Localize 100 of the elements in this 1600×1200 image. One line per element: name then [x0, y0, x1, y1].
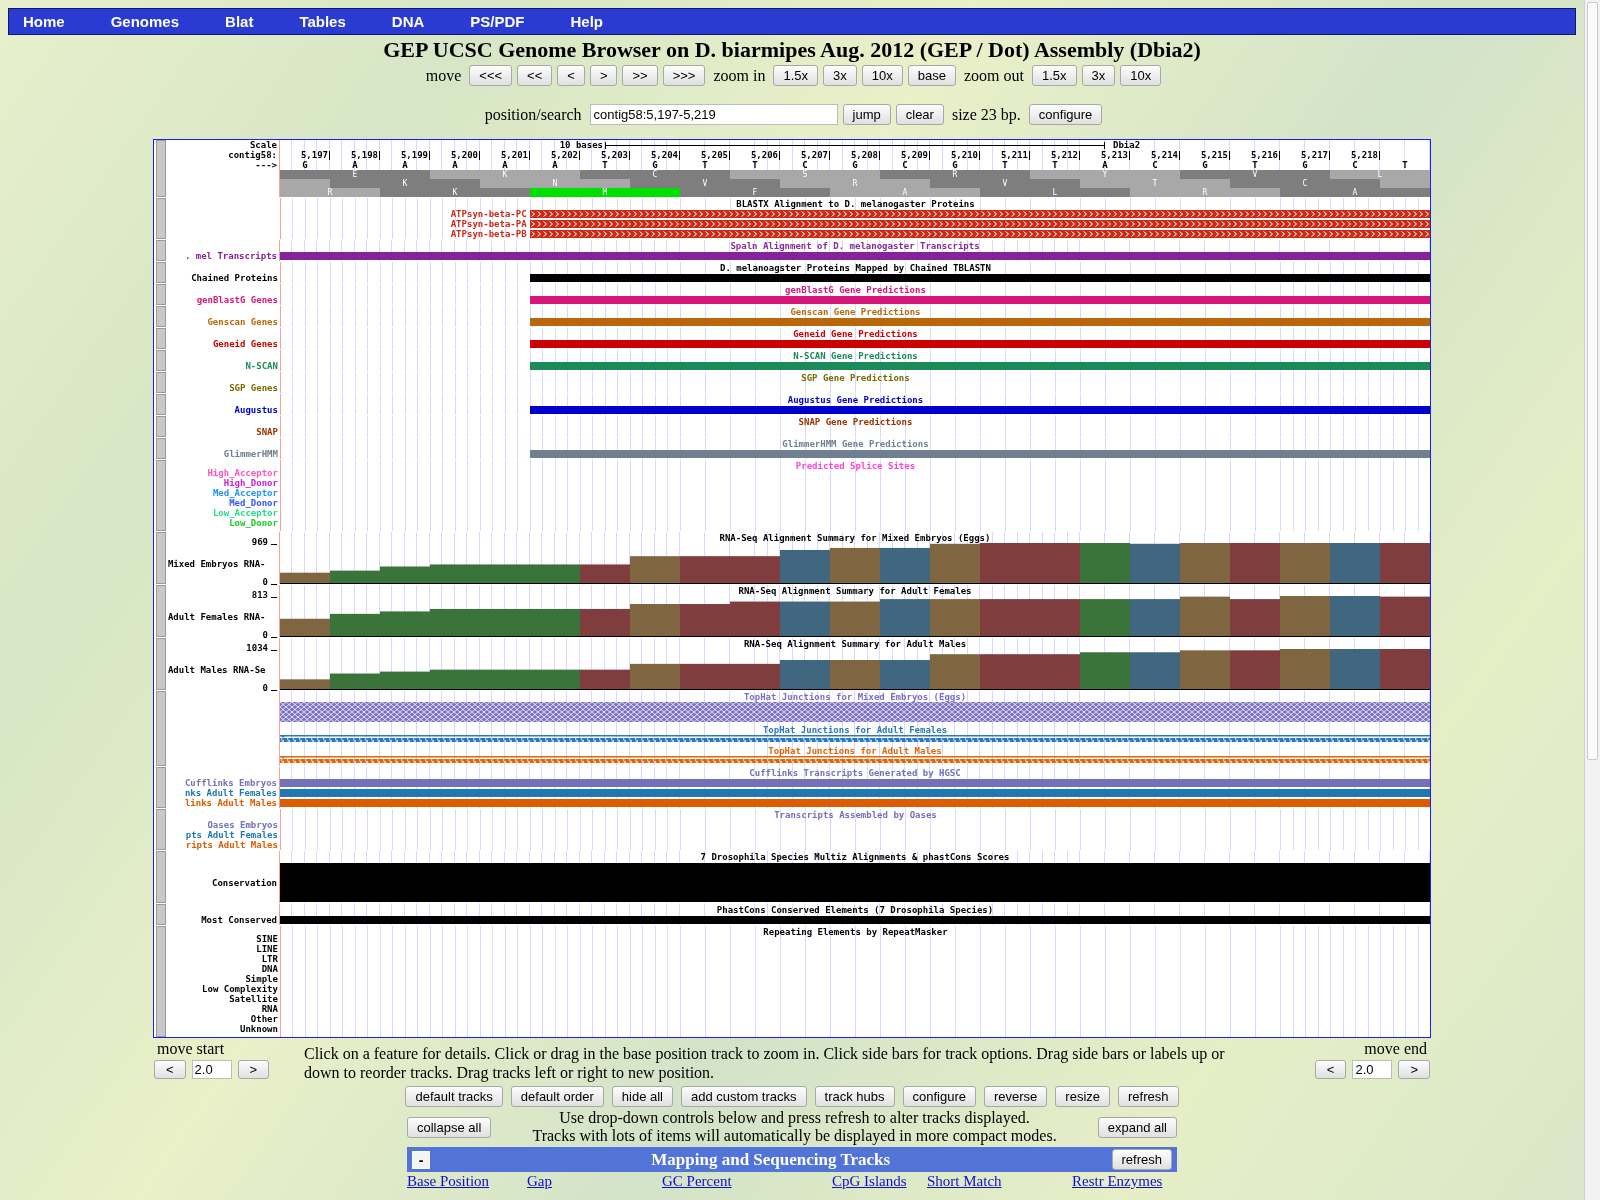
position-tick-label: 5,215	[1200, 150, 1228, 160]
zoom-in-label: zoom in	[713, 66, 766, 85]
feature-bar[interactable]	[529, 340, 1430, 348]
search-button[interactable]: jump	[842, 104, 891, 125]
track-action-button[interactable]: resize	[1055, 1086, 1111, 1107]
track-label: SINE	[256, 934, 278, 944]
feature-bar[interactable]	[529, 296, 1430, 304]
junction-lines-drawing[interactable]	[280, 756, 1430, 764]
nav-link[interactable]: PS/PDF	[470, 13, 525, 30]
chart-bar	[780, 601, 830, 636]
search-button[interactable]: clear	[895, 104, 944, 125]
feature-bar[interactable]	[280, 789, 1430, 797]
chart-bar	[1130, 599, 1180, 636]
feature-bar[interactable]	[529, 318, 1430, 326]
position-tick-label: 5,217	[1300, 150, 1328, 160]
move-button[interactable]: >	[589, 65, 618, 86]
junction-lines-drawing[interactable]	[280, 735, 1430, 743]
position-field[interactable]: contig58:5,197-5,219	[589, 104, 838, 125]
move-start-right-button[interactable]: >	[237, 1060, 270, 1079]
chart-bar	[780, 550, 830, 583]
nav-link[interactable]: Home	[23, 13, 65, 30]
codon-segment: F	[680, 188, 830, 197]
chart-bar	[1030, 543, 1080, 583]
nav-link[interactable]: Help	[570, 13, 603, 30]
move-button[interactable]: <<<	[469, 65, 513, 86]
zoom-in-button[interactable]: base	[907, 65, 956, 86]
scrollbar[interactable]	[1584, 0, 1600, 1200]
feature-bar[interactable]	[529, 362, 1430, 370]
chart-bar	[330, 613, 380, 636]
codon-segment	[280, 179, 330, 188]
move-button[interactable]: >>	[622, 65, 658, 86]
note-text: Tracks with lots of items will automatically be displayed in more compact modes.	[532, 1127, 1057, 1145]
feature-bar[interactable]	[280, 252, 1430, 260]
track-action-button[interactable]: add custom tracks	[681, 1086, 807, 1107]
move-end-right-button[interactable]: >	[1398, 1060, 1430, 1079]
base-letter: C	[902, 160, 908, 170]
conservation-block[interactable]	[280, 863, 1430, 902]
collapse-all-button[interactable]: collapse all	[407, 1116, 492, 1138]
move-end-field[interactable]: 2.0	[1352, 1060, 1393, 1079]
alignment-bar[interactable]	[529, 220, 1430, 228]
page-title: GEP UCSC Genome Browser on D. biarmipes Aug. 2012 (GEP / Dot) Assembly (Dbia2)	[383, 37, 1201, 63]
track-label: pts Adult Females	[185, 830, 278, 840]
track-link[interactable]: Short Match	[927, 1173, 1072, 1190]
feature-bar[interactable]	[280, 799, 1430, 807]
group-refresh-button[interactable]: refresh	[1111, 1149, 1172, 1170]
expand-all-button[interactable]: expand all	[1097, 1116, 1177, 1138]
track-action-button[interactable]: default order	[510, 1086, 604, 1107]
zoom-out-button[interactable]: 10x	[1120, 65, 1162, 86]
feature-bar[interactable]	[529, 274, 1430, 282]
track-action-button[interactable]: hide all	[611, 1086, 673, 1107]
track-action-button[interactable]: track hubs	[814, 1086, 895, 1107]
codon-segment: E	[280, 170, 430, 179]
collapse-toggle-button[interactable]: -	[412, 1150, 430, 1169]
zoom-out-button[interactable]: 1.5x	[1031, 65, 1077, 86]
nav-link[interactable]: Blat	[225, 13, 254, 30]
track-link[interactable]: GC Percent	[662, 1173, 832, 1190]
alignment-bar[interactable]	[529, 210, 1430, 218]
nav-link[interactable]: Tables	[299, 13, 346, 30]
move-end-left-button[interactable]: <	[1314, 1060, 1347, 1079]
feature-bar[interactable]	[280, 779, 1430, 787]
chart-bar	[830, 660, 880, 689]
move-button[interactable]: <	[557, 65, 585, 86]
position-tick-label: 5,214	[1150, 150, 1178, 160]
zoom-out-button[interactable]: 3x	[1081, 65, 1116, 86]
track-title: TopHat Junctions for Adult Males	[768, 745, 942, 756]
codon-segment: R	[280, 188, 380, 197]
feature-bar[interactable]	[529, 406, 1430, 414]
move-start-left-button[interactable]: <	[154, 1060, 186, 1079]
move-start-field[interactable]: 2.0	[191, 1060, 232, 1079]
track-action-button[interactable]: configure	[902, 1086, 976, 1107]
track-title: 7 Drosophila Species Multiz Alignments & phastCons Scores	[700, 851, 1010, 862]
track-title: Repeating Elements by RepeatMasker	[763, 926, 948, 937]
chart-bar	[780, 660, 830, 689]
alignment-bar[interactable]	[529, 230, 1430, 238]
feature-bar[interactable]	[280, 916, 1430, 924]
track-label: Conservation	[211, 877, 277, 888]
move-button[interactable]: >>>	[662, 65, 706, 86]
track-action-button[interactable]: default tracks	[405, 1086, 503, 1107]
track-link[interactable]: CpG Islands	[832, 1173, 927, 1190]
axis-tick-label: 813	[251, 590, 268, 600]
track-label: Geneid Genes	[212, 339, 278, 349]
base-letter: A	[352, 160, 358, 170]
track-link[interactable]: Base Position	[407, 1173, 527, 1190]
zoom-in-button[interactable]: 1.5x	[773, 65, 819, 86]
junction-pile-drawing[interactable]	[280, 702, 1430, 722]
track-link[interactable]: Restr Enzymes	[1072, 1173, 1177, 1190]
chart-bar	[580, 608, 630, 636]
codon-segment: A	[830, 188, 980, 197]
track-link[interactable]: Gap	[527, 1173, 662, 1190]
zoom-in-button[interactable]: 3x	[823, 65, 857, 86]
nav-link[interactable]: Genomes	[110, 13, 180, 30]
feature-bar[interactable]	[529, 450, 1430, 458]
zoom-in-button[interactable]: 10x	[861, 65, 903, 86]
chart-bar	[930, 599, 980, 636]
chart-bar	[1330, 596, 1380, 636]
configure-button[interactable]: configure	[1028, 104, 1103, 125]
move-button[interactable]: <<	[517, 65, 553, 86]
track-action-button[interactable]: reverse	[984, 1086, 1048, 1107]
track-action-button[interactable]: refresh	[1118, 1086, 1179, 1107]
nav-link[interactable]: DNA	[391, 13, 425, 30]
